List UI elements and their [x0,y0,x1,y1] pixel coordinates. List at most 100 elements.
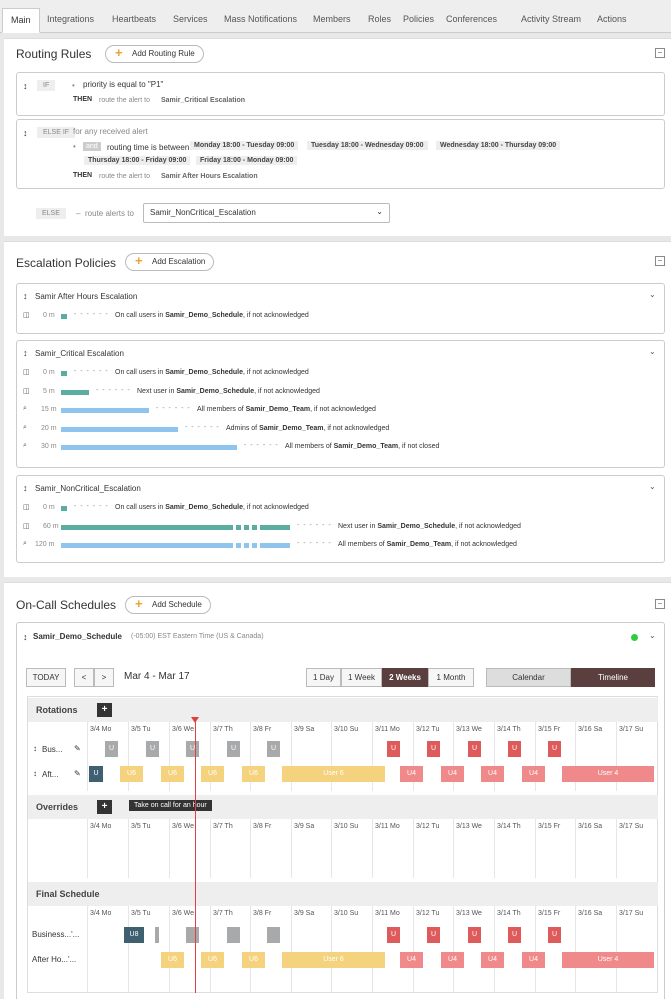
day-gridline [128,819,129,878]
shift-block[interactable]: U [387,741,400,757]
shift-block[interactable]: User 4 [562,766,654,782]
shift-block[interactable] [186,927,199,943]
routing-rule-if[interactable]: ↕ IF • priority is equal to "P1" THEN ro… [16,72,665,116]
shift-block[interactable]: User 6 [282,766,385,782]
tab-main[interactable]: Main [2,8,40,33]
shift-block[interactable]: U4 [481,766,504,782]
chevron-down-icon[interactable]: ⌄ [649,347,656,356]
shift-block[interactable]: U [468,741,481,757]
drag-handle-icon[interactable]: ↕ [23,348,28,358]
step-time: 15 m [41,406,57,413]
shift-block[interactable]: U4 [400,952,423,968]
shift-block[interactable]: U [427,927,440,943]
shift-block[interactable]: U [508,741,521,757]
drag-handle-icon[interactable]: ↕ [23,81,28,91]
shift-block[interactable]: U [548,927,561,943]
collapse-icon[interactable]: − [655,599,665,609]
view-1-week[interactable]: 1 Week [341,668,382,687]
shift-block[interactable]: U6 [242,952,265,968]
shift-block[interactable] [227,927,240,943]
day-label: 3/6 We [172,726,195,733]
shift-block[interactable]: U [427,741,440,757]
shift-block[interactable]: U [267,741,280,757]
drag-handle-icon[interactable]: ↕ [23,483,28,493]
shift-block[interactable]: U6 [201,952,224,968]
policy-card[interactable]: ↕ Samir_Critical Escalation ⌄ ◫ 0 m - - - - -… [16,340,665,468]
add-escalation-button[interactable]: + Add Escalation [125,253,215,271]
shift-block[interactable]: U4 [441,766,464,782]
shift-block[interactable]: U [186,741,199,757]
chevron-down-icon[interactable]: ⌄ [649,482,656,491]
calendar-mode-button[interactable]: Calendar [486,668,571,687]
prev-button[interactable]: < [74,668,94,687]
tab-conferences[interactable]: Conferences [438,8,505,33]
collapse-icon[interactable]: − [655,256,665,266]
shift-block[interactable] [155,927,159,943]
tab-integrations[interactable]: Integrations [39,8,102,33]
final-row-label[interactable]: After Ho...'... [32,955,76,964]
shift-block[interactable]: User 4 [562,952,654,968]
rotation-row-label[interactable]: Bus... [42,745,62,754]
drag-handle-icon[interactable]: ↕ [23,632,28,642]
add-icon[interactable]: + [97,800,112,814]
shift-block[interactable]: U6 [201,766,224,782]
chevron-down-icon[interactable]: ⌄ [649,290,656,299]
step-time: 0 m [43,312,55,319]
routing-rule-else-if[interactable]: ↕ ELSE IF for any received alert • and r… [16,119,665,189]
step-description: All members of Samir_Demo_Team, if not a… [338,541,517,548]
shift-block[interactable]: U [105,741,118,757]
next-button[interactable]: > [94,668,114,687]
tab-heartbeats[interactable]: Heartbeats [104,8,164,33]
shift-block[interactable]: U6 [161,952,184,968]
drag-handle-icon[interactable]: ↕ [23,291,28,301]
shift-block[interactable]: U4 [481,952,504,968]
tab-services[interactable]: Services [165,8,216,33]
schedule-name[interactable]: Samir_Demo_Schedule [33,632,122,641]
add-routing-rule-button[interactable]: + Add Routing Rule [105,45,204,63]
view-2-weeks[interactable]: 2 Weeks [382,668,428,687]
shift-block[interactable]: U [146,741,159,757]
tab-activity-stream[interactable]: Activity Stream [513,8,589,33]
add-icon[interactable]: + [97,703,112,717]
else-escalation-select[interactable]: Samir_NonCritical_Escalation ⌄ [143,203,390,223]
shift-block[interactable]: U [89,766,103,782]
policy-card[interactable]: ↕ Samir_NonCritical_Escalation ⌄ ◫ 0 m - - - … [16,475,665,563]
shift-block[interactable]: U4 [441,952,464,968]
shift-block[interactable]: U6 [242,766,265,782]
step-time: 0 m [43,504,55,511]
routing-rules-panel: Routing Rules + Add Routing Rule − ↕ IF •… [4,38,671,236]
shift-block[interactable]: U4 [400,766,423,782]
view-1-day[interactable]: 1 Day [306,668,341,687]
shift-block[interactable]: U4 [522,952,545,968]
today-button[interactable]: TODAY [26,668,66,687]
shift-block[interactable]: U [387,927,400,943]
edit-icon[interactable]: ✎ [74,744,81,753]
time-chip: Wednesday 18:00 - Thursday 09:00 [436,141,561,150]
final-row-label[interactable]: Business...'... [32,930,79,939]
shift-block[interactable]: U4 [522,766,545,782]
tab-mass-notifications[interactable]: Mass Notifications [216,8,305,33]
policy-card[interactable]: ↕ Samir After Hours Escalation ⌄ ◫ 0 m - - - … [16,283,665,334]
tab-roles[interactable]: Roles [360,8,399,33]
collapse-icon[interactable]: − [655,48,665,58]
shift-block[interactable]: U8 [124,927,144,943]
shift-block[interactable]: U [227,741,240,757]
shift-block[interactable]: U6 [120,766,143,782]
shift-block[interactable]: U [548,741,561,757]
tab-policies[interactable]: Policies [395,8,442,33]
shift-block[interactable]: User 6 [282,952,385,968]
status-dot [631,634,638,641]
tab-members[interactable]: Members [305,8,359,33]
shift-block[interactable] [267,927,280,943]
shift-block[interactable]: U6 [161,766,184,782]
drag-handle-icon[interactable]: ↕ [23,128,28,138]
rotation-row-label[interactable]: Aft... [42,770,58,779]
edit-icon[interactable]: ✎ [74,769,81,778]
view-1-month[interactable]: 1 Month [428,668,474,687]
add-schedule-button[interactable]: + Add Schedule [125,596,211,614]
shift-block[interactable]: U [508,927,521,943]
chevron-down-icon[interactable]: ⌄ [649,631,656,640]
tab-actions[interactable]: Actions [589,8,635,33]
timeline-mode-button[interactable]: Timeline [571,668,655,687]
shift-block[interactable]: U [468,927,481,943]
